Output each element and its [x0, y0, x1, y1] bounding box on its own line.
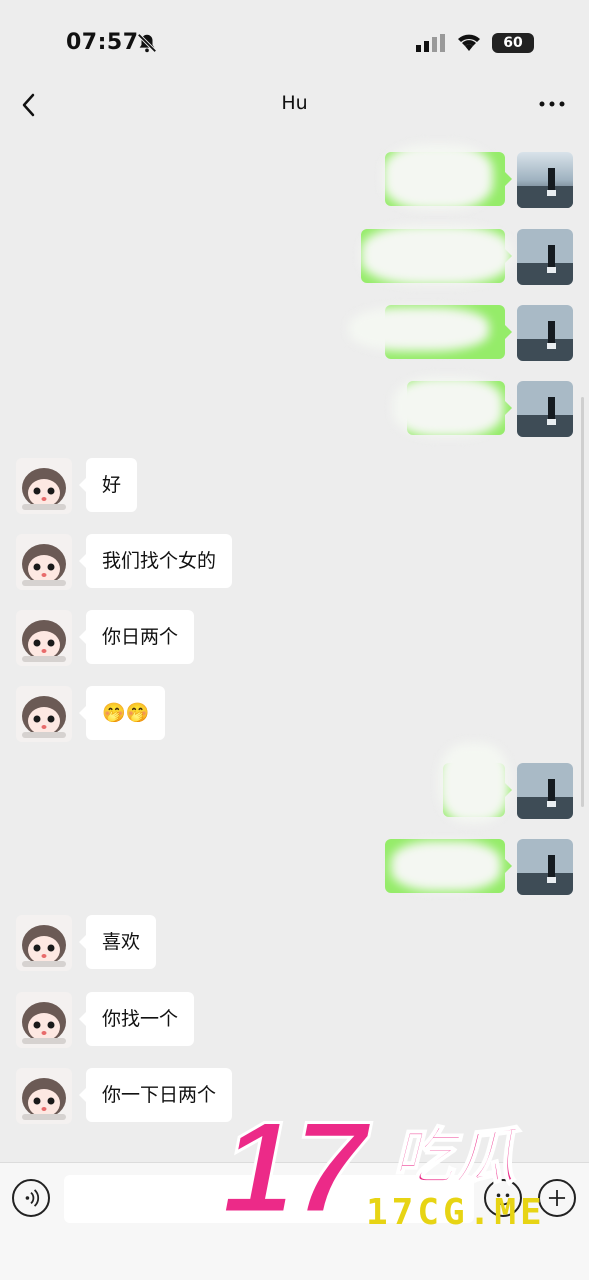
- wifi-icon: [458, 34, 480, 51]
- avatar-self[interactable]: [517, 305, 573, 361]
- signal-icon: [416, 34, 445, 52]
- chat-header: Hu: [0, 80, 589, 132]
- avatar-self[interactable]: [517, 381, 573, 437]
- message-input[interactable]: [64, 1175, 474, 1223]
- status-time: 07:57: [66, 30, 139, 55]
- incoming-bubble[interactable]: 喜欢: [78, 915, 157, 969]
- redaction-smear: [393, 377, 503, 437]
- chat-title: Hu: [281, 92, 308, 114]
- avatar-contact[interactable]: [16, 992, 72, 1048]
- incoming-bubble[interactable]: 🤭🤭: [78, 686, 166, 740]
- bell-slash-icon: [137, 33, 157, 53]
- incoming-bubble[interactable]: 你日两个: [78, 610, 195, 664]
- redaction-smear: [439, 743, 509, 823]
- avatar-self[interactable]: [517, 152, 573, 208]
- redaction-smear: [391, 841, 501, 891]
- battery-indicator: 60: [492, 33, 534, 53]
- avatar-contact[interactable]: [16, 1068, 72, 1124]
- avatar-self[interactable]: [517, 229, 573, 285]
- redaction-smear: [349, 307, 489, 351]
- message-list[interactable]: 好 我们找个女的 你日两个 🤭🤭 喜欢 你找一个 你一下日两个: [0, 132, 589, 1162]
- incoming-bubble[interactable]: 你找一个: [78, 992, 195, 1046]
- incoming-bubble[interactable]: 你一下日两个: [78, 1068, 233, 1122]
- avatar-contact[interactable]: [16, 458, 72, 514]
- voice-icon[interactable]: [12, 1179, 50, 1217]
- emoji-icon[interactable]: [484, 1179, 522, 1217]
- avatar-contact[interactable]: [16, 610, 72, 666]
- avatar-self[interactable]: [517, 763, 573, 819]
- avatar-contact[interactable]: [16, 915, 72, 971]
- redaction-smear: [383, 144, 493, 210]
- incoming-bubble[interactable]: 好: [78, 458, 138, 512]
- scrollbar[interactable]: [581, 397, 584, 807]
- redaction-smear: [361, 225, 511, 285]
- incoming-bubble[interactable]: 我们找个女的: [78, 534, 233, 588]
- avatar-contact[interactable]: [16, 686, 72, 742]
- avatar-contact[interactable]: [16, 534, 72, 590]
- more-icon[interactable]: [537, 92, 567, 116]
- status-bar: 07:57 60: [0, 0, 589, 80]
- avatar-self[interactable]: [517, 839, 573, 895]
- input-bar: [0, 1162, 589, 1280]
- plus-icon[interactable]: [538, 1179, 576, 1217]
